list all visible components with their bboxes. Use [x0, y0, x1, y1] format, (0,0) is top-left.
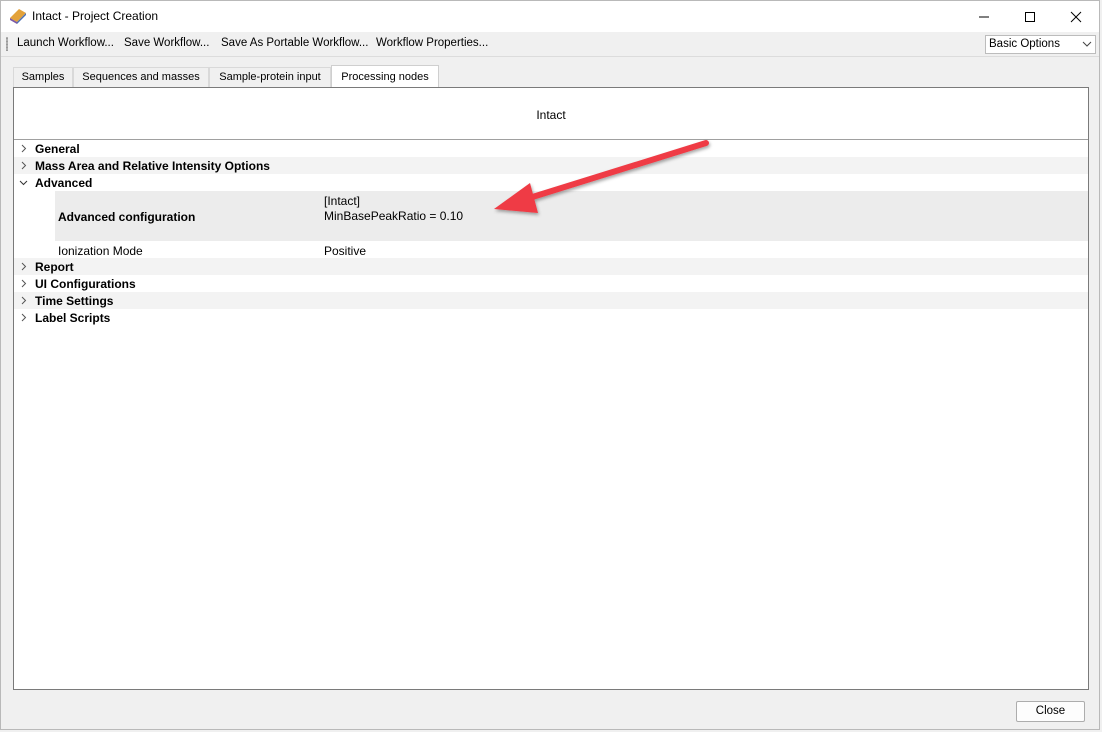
options-select-value: Basic Options: [989, 38, 1060, 50]
chevron-right-icon[interactable]: [19, 279, 28, 288]
group-time-settings[interactable]: Time Settings: [14, 292, 1088, 309]
close-button[interactable]: Close: [1016, 701, 1085, 722]
maximize-icon: [1025, 11, 1035, 22]
options-select[interactable]: Basic Options: [985, 35, 1096, 54]
close-window-button[interactable]: [1053, 1, 1099, 32]
tab-sample-protein-input[interactable]: Sample-protein input: [209, 67, 331, 88]
group-label: Report: [35, 260, 74, 274]
workflow-properties-button[interactable]: Workflow Properties...: [376, 37, 488, 49]
chevron-right-icon[interactable]: [19, 161, 28, 170]
group-label: Mass Area and Relative Intensity Options: [35, 159, 270, 173]
window-title: Intact - Project Creation: [32, 9, 159, 23]
group-ui-configurations[interactable]: UI Configurations: [14, 275, 1088, 292]
config-value-line: MinBasePeakRatio = 0.10: [324, 209, 464, 223]
group-label: UI Configurations: [35, 277, 136, 291]
group-label: Advanced: [35, 176, 93, 190]
group-label: Label Scripts: [35, 311, 111, 325]
advanced-configuration-value[interactable]: [Intact] MinBasePeakRatio = 0.10: [324, 194, 463, 224]
ionization-mode-label: Ionization Mode: [58, 244, 143, 258]
chevron-down-icon: [1082, 41, 1092, 47]
panel-title: Intact: [536, 108, 566, 122]
toolbar: Launch Workflow... Save Workflow... Save…: [1, 32, 1099, 57]
minimize-button[interactable]: [961, 1, 1007, 32]
group-label: General: [35, 142, 80, 156]
ionization-mode-row[interactable]: Ionization Mode Positive: [14, 241, 1088, 258]
tab-samples[interactable]: Samples: [13, 67, 73, 88]
config-value-line: [Intact]: [324, 194, 361, 208]
chevron-right-icon[interactable]: [19, 313, 28, 322]
minimize-icon: [979, 16, 989, 17]
group-report[interactable]: Report: [14, 258, 1088, 275]
tab-processing-nodes[interactable]: Processing nodes: [331, 65, 439, 88]
chevron-down-icon[interactable]: [19, 178, 28, 187]
save-as-portable-workflow-button[interactable]: Save As Portable Workflow...: [221, 37, 368, 49]
maximize-button[interactable]: [1007, 1, 1053, 32]
group-label: Time Settings: [35, 294, 114, 308]
advanced-configuration-label: Advanced configuration: [58, 210, 196, 224]
group-label-scripts[interactable]: Label Scripts: [14, 309, 1088, 326]
close-icon: [1070, 11, 1082, 22]
app-logo-icon: [9, 8, 27, 24]
toolbar-grip-icon[interactable]: [6, 37, 8, 51]
chevron-right-icon[interactable]: [19, 262, 28, 271]
launch-workflow-button[interactable]: Launch Workflow...: [17, 37, 114, 49]
chevron-right-icon[interactable]: [19, 144, 28, 153]
project-creation-window: Intact - Project Creation Launch Workflo…: [0, 0, 1100, 730]
annotation-arrow-icon: [494, 140, 709, 213]
tab-sequences-and-masses[interactable]: Sequences and masses: [73, 67, 209, 88]
title-bar: Intact - Project Creation: [1, 1, 1099, 32]
ionization-mode-value[interactable]: Positive: [324, 244, 366, 258]
chevron-right-icon[interactable]: [19, 296, 28, 305]
save-workflow-button[interactable]: Save Workflow...: [124, 37, 209, 49]
